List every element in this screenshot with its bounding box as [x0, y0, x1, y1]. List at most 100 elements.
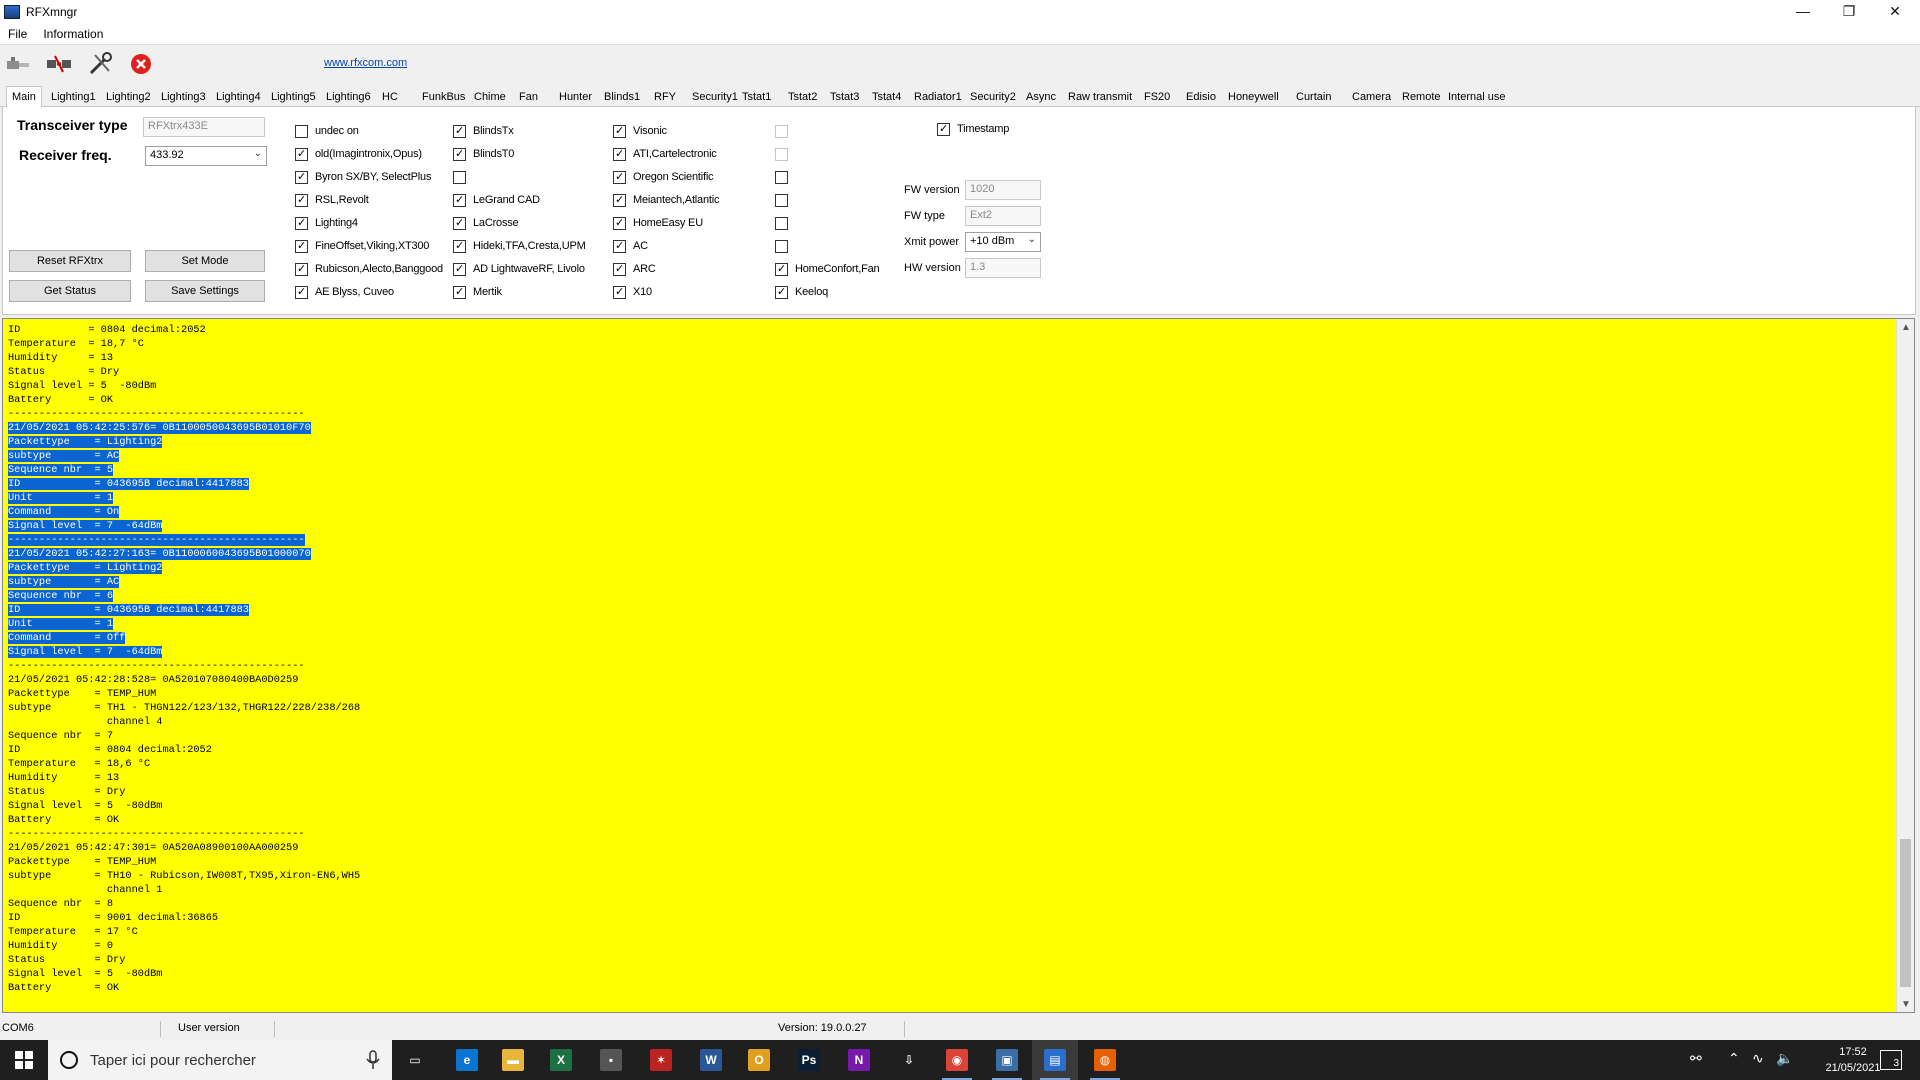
- log-scrollbar[interactable]: ▲ ▼: [1896, 319, 1914, 1012]
- tab-rfy[interactable]: RFY: [652, 88, 678, 107]
- checkbox-col4-6[interactable]: ✓ HomeConfort,Fan: [775, 261, 880, 277]
- tab-camera[interactable]: Camera: [1350, 88, 1393, 107]
- tab-fan[interactable]: Fan: [517, 88, 540, 107]
- tab-lighting2[interactable]: Lighting2: [104, 88, 153, 107]
- taskbar-app[interactable]: e: [444, 1040, 490, 1080]
- checkbox-box[interactable]: [775, 239, 788, 253]
- taskbar-app[interactable]: ▣: [984, 1040, 1030, 1080]
- checkbox-box[interactable]: [453, 170, 466, 184]
- volume-icon[interactable]: 🔈: [1776, 1050, 1793, 1067]
- tab-lighting6[interactable]: Lighting6: [324, 88, 373, 107]
- tab-fs20[interactable]: FS20: [1142, 88, 1172, 107]
- tab-async[interactable]: Async: [1024, 88, 1058, 107]
- checkbox-box[interactable]: ✓: [453, 239, 466, 253]
- checkbox-col3-0[interactable]: ✓ Visonic: [613, 123, 667, 139]
- start-button[interactable]: [0, 1040, 48, 1080]
- checkbox-box[interactable]: ✓: [453, 262, 466, 276]
- checkbox-col2-6[interactable]: ✓ AD LightwaveRF, Livolo: [453, 261, 585, 277]
- scroll-thumb[interactable]: [1900, 839, 1911, 987]
- taskbar-app[interactable]: ◉: [934, 1040, 980, 1080]
- message-log[interactable]: ID = 0804 decimal:2052 Temperature = 18,7…: [2, 318, 1915, 1013]
- checkbox-col2-3[interactable]: ✓ LeGrand CAD: [453, 192, 540, 208]
- taskbar-app[interactable]: ⇩: [886, 1040, 932, 1080]
- checkbox-col2-5[interactable]: ✓ Hideki,TFA,Cresta,UPM: [453, 238, 586, 254]
- tab-funkbus[interactable]: FunkBus: [420, 88, 467, 107]
- taskbar-app[interactable]: ▪: [588, 1040, 634, 1080]
- close-window-button[interactable]: ✕: [1872, 0, 1918, 22]
- checkbox-box[interactable]: ✓: [613, 262, 626, 276]
- stop-icon[interactable]: [126, 51, 156, 77]
- checkbox-col1-3[interactable]: ✓ RSL,Revolt: [295, 192, 369, 208]
- tab-lighting3[interactable]: Lighting3: [159, 88, 208, 107]
- checkbox-box[interactable]: ✓: [453, 285, 466, 299]
- checkbox-col1-4[interactable]: ✓ Lighting4: [295, 215, 358, 231]
- checkbox-col3-1[interactable]: ✓ ATI,Cartelectronic: [613, 146, 717, 162]
- taskbar-app[interactable]: ▭: [392, 1040, 438, 1080]
- checkbox-box[interactable]: ✓: [775, 285, 788, 299]
- checkbox-col1-5[interactable]: ✓ FineOffset,Viking,XT300: [295, 238, 429, 254]
- checkbox-col4-2[interactable]: [775, 169, 795, 185]
- tools-icon[interactable]: [86, 51, 116, 77]
- minimize-button[interactable]: —: [1780, 0, 1826, 22]
- checkbox-col3-5[interactable]: ✓ AC: [613, 238, 648, 254]
- taskbar-search[interactable]: Taper ici pour rechercher: [48, 1040, 392, 1080]
- checkbox-box[interactable]: ✓: [937, 122, 950, 136]
- tab-raw-transmit[interactable]: Raw transmit: [1066, 88, 1134, 107]
- taskbar-app[interactable]: X: [538, 1040, 584, 1080]
- connect-icon[interactable]: [4, 51, 34, 77]
- tab-tstat2[interactable]: Tstat2: [786, 88, 819, 107]
- checkbox-col4-7[interactable]: ✓ Keeloq: [775, 284, 828, 300]
- scroll-down-icon[interactable]: ▼: [1897, 996, 1914, 1012]
- checkbox-col1-0[interactable]: undec on: [295, 123, 359, 139]
- checkbox-box[interactable]: ✓: [613, 285, 626, 299]
- checkbox-col4-5[interactable]: [775, 238, 795, 254]
- tab-tstat4[interactable]: Tstat4: [870, 88, 903, 107]
- tab-tstat1[interactable]: Tstat1: [740, 88, 773, 107]
- checkbox-col2-7[interactable]: ✓ Mertik: [453, 284, 502, 300]
- tab-chime[interactable]: Chime: [472, 88, 508, 107]
- tab-curtain[interactable]: Curtain: [1294, 88, 1333, 107]
- tab-lighting5[interactable]: Lighting5: [269, 88, 318, 107]
- checkbox-box[interactable]: ✓: [613, 239, 626, 253]
- checkbox-box[interactable]: [775, 170, 788, 184]
- rfxcom-link[interactable]: www.rfxcom.com: [324, 57, 407, 69]
- get-status-button[interactable]: Get Status: [9, 280, 131, 302]
- checkbox-box[interactable]: ✓: [295, 262, 308, 276]
- taskbar-app[interactable]: ▬: [490, 1040, 536, 1080]
- checkbox-col2-4[interactable]: ✓ LaCrosse: [453, 215, 519, 231]
- checkbox-box[interactable]: ✓: [295, 239, 308, 253]
- checkbox-box[interactable]: ✓: [613, 124, 626, 138]
- tab-security1[interactable]: Security1: [690, 88, 740, 107]
- checkbox-box[interactable]: ✓: [613, 193, 626, 207]
- tab-blinds1[interactable]: Blinds1: [602, 88, 642, 107]
- taskbar-clock[interactable]: 17:52 21/05/2021: [1818, 1044, 1888, 1076]
- checkbox-box[interactable]: [775, 193, 788, 207]
- checkbox-box[interactable]: [295, 124, 308, 138]
- checkbox-col3-7[interactable]: ✓ X10: [613, 284, 652, 300]
- checkbox-box[interactable]: [775, 216, 788, 230]
- taskbar-app[interactable]: ◍: [1082, 1040, 1128, 1080]
- tab-main[interactable]: Main: [6, 86, 42, 108]
- tab-lighting1[interactable]: Lighting1: [49, 88, 98, 107]
- tab-hc[interactable]: HC: [380, 88, 400, 107]
- disconnect-icon[interactable]: [44, 51, 74, 77]
- chevron-up-icon[interactable]: ⌃: [1728, 1050, 1740, 1067]
- taskbar-app[interactable]: ✶: [638, 1040, 684, 1080]
- tab-radiator1[interactable]: Radiator1: [912, 88, 964, 107]
- people-icon[interactable]: ⚯: [1690, 1050, 1702, 1067]
- checkbox-col1-7[interactable]: ✓ AE Blyss, Cuveo: [295, 284, 394, 300]
- checkbox-box[interactable]: ✓: [295, 193, 308, 207]
- checkbox-box[interactable]: ✓: [613, 147, 626, 161]
- checkbox-col1-2[interactable]: ✓ Byron SX/BY, SelectPlus: [295, 169, 431, 185]
- notification-icon[interactable]: 3: [1880, 1050, 1902, 1070]
- checkbox-col2-0[interactable]: ✓ BlindsTx: [453, 123, 514, 139]
- taskbar-app[interactable]: O: [736, 1040, 782, 1080]
- scroll-up-icon[interactable]: ▲: [1897, 319, 1914, 335]
- checkbox-box[interactable]: ✓: [295, 216, 308, 230]
- taskbar-app[interactable]: Ps: [786, 1040, 832, 1080]
- checkbox-box[interactable]: ✓: [775, 262, 788, 276]
- tab-tstat3[interactable]: Tstat3: [828, 88, 861, 107]
- taskbar-app[interactable]: ▤: [1032, 1040, 1078, 1080]
- checkbox-box[interactable]: ✓: [295, 285, 308, 299]
- set-mode-button[interactable]: Set Mode: [145, 250, 265, 272]
